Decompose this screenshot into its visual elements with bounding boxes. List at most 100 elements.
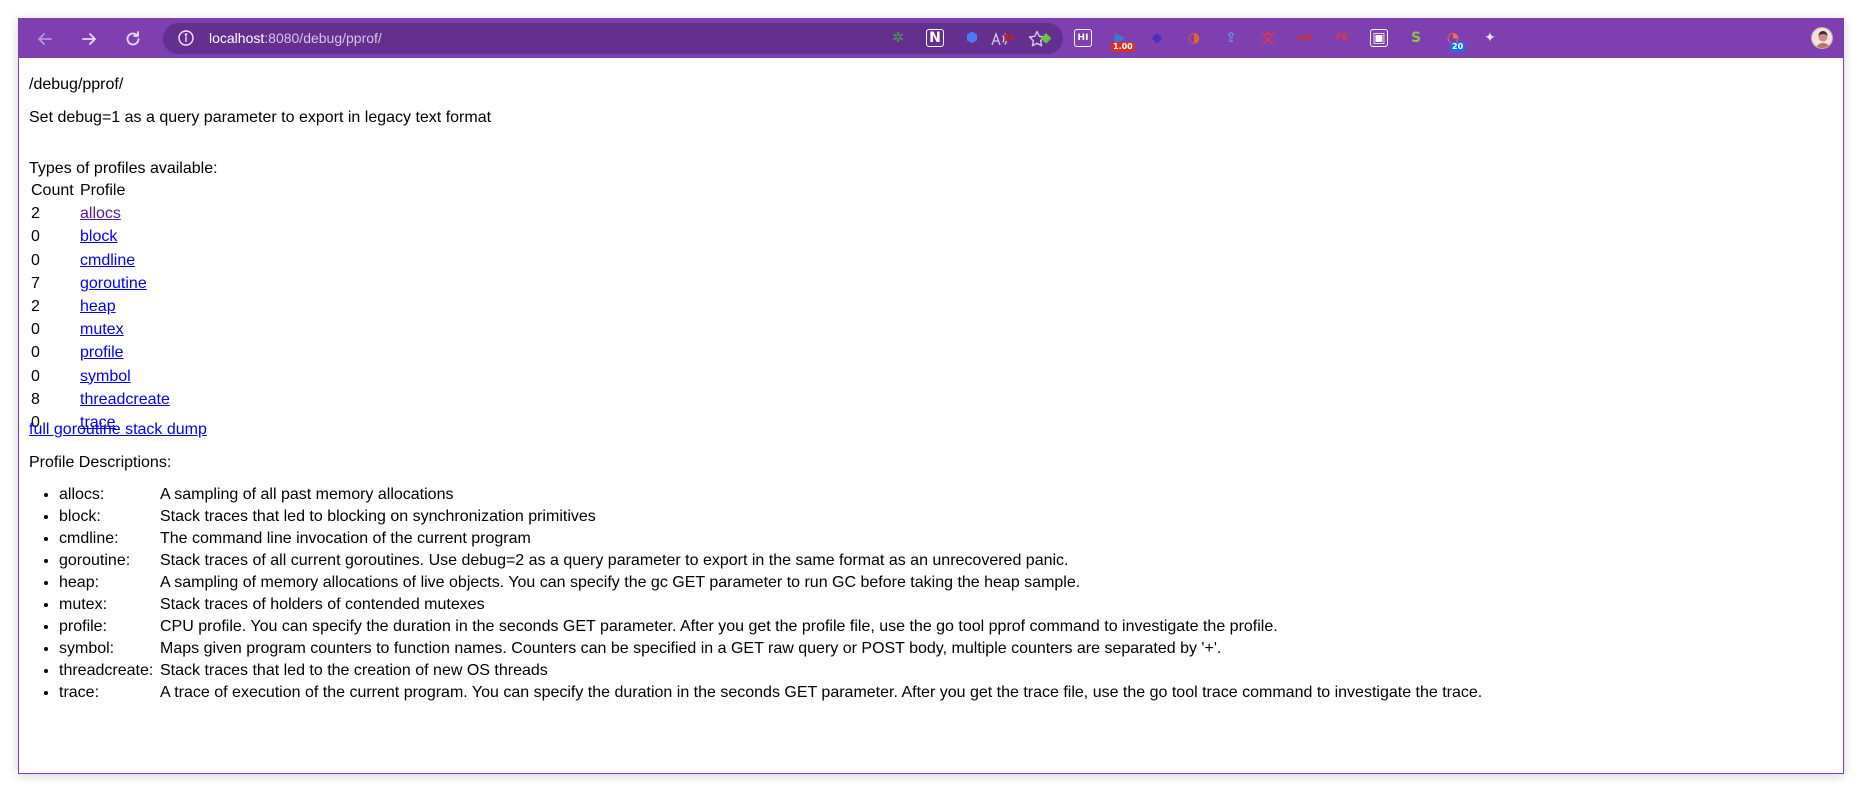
list-item: mutex: Stack traces of holders of contend… <box>59 594 1482 616</box>
profile-cell: heap <box>80 296 170 317</box>
adblock-icon[interactable]: ABP <box>1296 29 1314 47</box>
profile-link-mutex[interactable]: mutex <box>80 321 124 338</box>
extension-glyph: ⇪ <box>1225 30 1237 46</box>
back-button[interactable] <box>27 21 63 57</box>
profile-count: 7 <box>31 274 40 292</box>
table-header-row: Count Profile <box>31 180 170 201</box>
list-item: threadcreate: Stack traces that led to th… <box>59 660 1482 682</box>
full-goroutine-dump-link[interactable]: full goroutine stack dump <box>29 420 207 439</box>
leaf-icon[interactable]: ◆ <box>1037 29 1055 47</box>
profile-count: 2 <box>31 297 40 315</box>
profile-avatar[interactable] <box>1811 27 1833 49</box>
upload-icon[interactable]: ⇪ <box>1222 29 1240 47</box>
profile-link-allocs[interactable]: allocs <box>80 205 121 222</box>
profile-link-profile[interactable]: profile <box>80 344 124 361</box>
profile-descriptions-heading: Profile Descriptions: <box>29 454 172 471</box>
table-row: 8 threadcreate <box>31 389 170 410</box>
url-host: localhost <box>209 30 265 46</box>
fe-icon[interactable]: FE <box>1333 29 1351 47</box>
avatar-icon <box>1815 31 1831 48</box>
profile-link-threadcreate[interactable]: threadcreate <box>80 391 170 408</box>
list-item: heap: A sampling of memory allocations of… <box>59 572 1482 594</box>
table-row: 2 allocs <box>31 203 170 224</box>
half-circle-icon[interactable]: ◑ <box>1185 29 1203 47</box>
extension-glyph: FE <box>1335 33 1349 43</box>
list-item: trace: A trace of execution of the curren… <box>59 682 1482 704</box>
extension-glyph: ⬢ <box>965 30 979 46</box>
browser-toolbar: localhost:8080/debug/pprof/ ✲ N ⬢ ▮▮ ◆ HI ▶ 1.0… <box>19 19 1843 58</box>
notion-icon[interactable]: N <box>926 29 944 47</box>
count-column-header: Count <box>31 182 74 199</box>
profile-count: 0 <box>31 367 40 385</box>
puzzle-gear-icon[interactable]: ✲ <box>889 29 907 47</box>
profile-link-symbol[interactable]: symbol <box>80 368 131 385</box>
profile-link-heap[interactable]: heap <box>80 298 116 315</box>
list-item: symbol: Maps given program counters to fu… <box>59 638 1482 660</box>
url-text[interactable]: localhost:8080/debug/pprof/ <box>209 30 382 46</box>
list-item: cmdline: The command line invocation of t… <box>59 528 1482 550</box>
blue-link-icon[interactable]: ⬢ <box>963 29 981 47</box>
extension-glyph: S <box>1410 30 1422 46</box>
extension-badge: 1.00 <box>1111 42 1135 52</box>
extension-glyph: ABP <box>1297 34 1313 42</box>
list-item: profile: CPU profile. You can specify the… <box>59 616 1482 638</box>
extension-glyph: ◆ <box>1040 30 1052 46</box>
profiles-table: Count Profile 2 allocs 0 block 0 cmdline 7 goro… <box>29 178 172 435</box>
description-profile-name: cmdline: <box>59 530 119 547</box>
extension-glyph: 文 <box>1261 31 1275 47</box>
legacy-format-hint: Set debug=1 as a query parameter to expo… <box>29 109 492 126</box>
page-title: /debug/pprof/ <box>29 76 124 93</box>
description-profile-name: heap: <box>59 574 100 591</box>
reload-button[interactable] <box>115 21 151 57</box>
description-profile-name: profile: <box>59 618 108 635</box>
extension-glyph: ✦ <box>1484 30 1496 46</box>
url-path: :8080/debug/pprof/ <box>264 30 382 46</box>
profile-link-cmdline[interactable]: cmdline <box>80 252 135 269</box>
description-text: Maps given program counters to function … <box>160 640 1222 657</box>
pause-red-icon[interactable]: ▮▮ <box>1000 29 1018 47</box>
description-profile-name: allocs: <box>59 486 105 503</box>
profile-count: 0 <box>31 251 40 269</box>
browser-window: localhost:8080/debug/pprof/ ✲ N ⬢ ▮▮ ◆ HI ▶ 1.0… <box>18 18 1844 774</box>
description-text: Stack traces that led to blocking on syn… <box>160 508 596 525</box>
extension-glyph: N <box>929 30 941 46</box>
hi-icon[interactable]: HI <box>1074 29 1092 47</box>
description-text: Stack traces of all current goroutines. … <box>160 552 1069 569</box>
timer-icon[interactable]: ◔ 20 <box>1444 29 1466 52</box>
profile-count: 8 <box>31 390 40 408</box>
extension-glyph: HI <box>1077 33 1089 43</box>
profile-cell: profile <box>80 342 170 363</box>
profile-descriptions-list: allocs: A sampling of all past memory all… <box>59 484 1482 704</box>
profile-count: 0 <box>31 228 40 246</box>
window-icon[interactable]: ▣ <box>1370 29 1388 47</box>
list-item: block: Stack traces that led to blocking … <box>59 506 1482 528</box>
table-row: 0 profile <box>31 342 170 363</box>
profile-link-goroutine[interactable]: goroutine <box>80 275 147 292</box>
extensions-puzzle-icon[interactable]: ✦ <box>1481 29 1499 47</box>
description-profile-name: block: <box>59 508 101 525</box>
extension-glyph: ◑ <box>1187 30 1201 46</box>
table-row: 0 block <box>31 226 170 247</box>
profile-count: 0 <box>31 321 40 339</box>
list-item: goroutine: Stack traces of all current go… <box>59 550 1482 572</box>
layers-icon[interactable]: ◆ <box>1148 29 1166 47</box>
translate-icon[interactable]: 文 <box>1259 29 1277 47</box>
table-row: 0 symbol <box>31 366 170 387</box>
description-profile-name: mutex: <box>59 596 108 613</box>
reload-icon <box>126 31 140 46</box>
table-row: 2 heap <box>31 296 170 317</box>
description-text: A sampling of memory allocations of live… <box>160 574 1081 591</box>
speed-icon[interactable]: ▶ 1.00 <box>1111 29 1135 52</box>
profiles-table-body: 2 allocs 0 block 0 cmdline 7 goroutine 2 heap 0 mut… <box>31 203 170 433</box>
profile-link-block[interactable]: block <box>80 228 117 245</box>
profile-column-header: Profile <box>80 182 126 199</box>
profile-types-heading: Types of profiles available: <box>29 160 218 177</box>
site-info-icon[interactable] <box>177 29 195 47</box>
forward-button[interactable] <box>71 21 107 57</box>
description-text: A sampling of all past memory allocation… <box>160 486 454 503</box>
profile-cell: cmdline <box>80 250 170 271</box>
lemon-icon[interactable]: S <box>1407 29 1425 47</box>
table-row: 0 cmdline <box>31 250 170 271</box>
description-profile-name: symbol: <box>59 640 115 657</box>
description-profile-name: trace: <box>59 684 100 701</box>
